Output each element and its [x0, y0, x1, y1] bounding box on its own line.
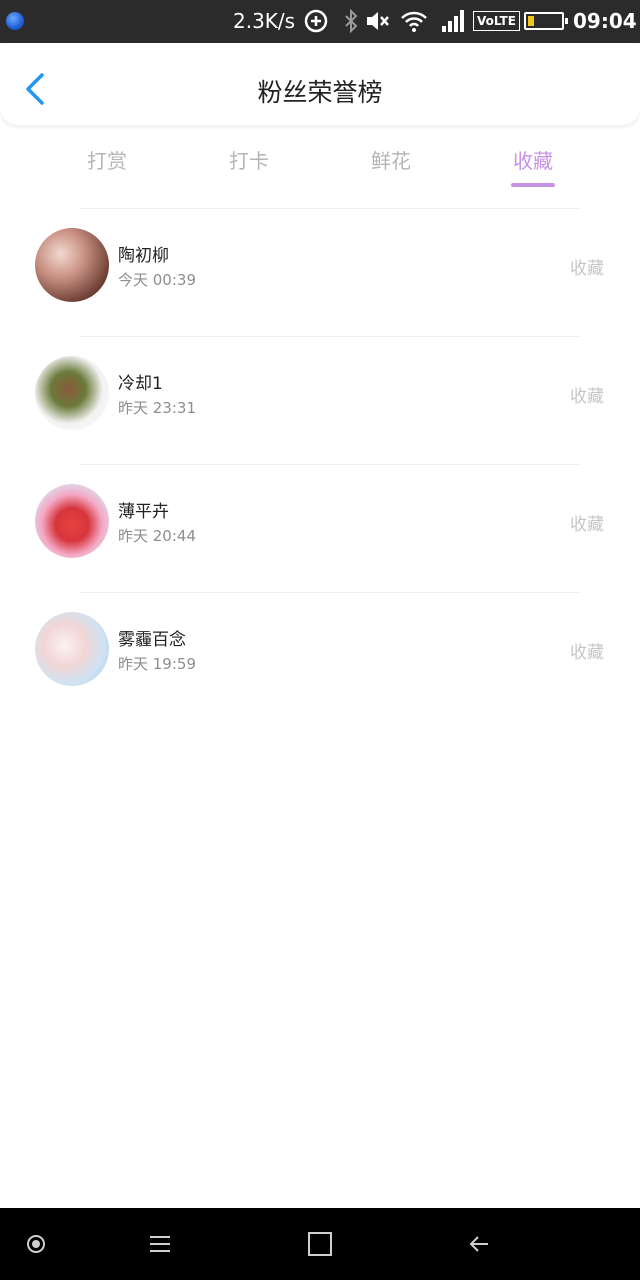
favorite-label: 收藏 [570, 259, 604, 279]
tab-favorites[interactable]: 收藏 [488, 145, 578, 187]
user-name: 薄平卉 [118, 502, 169, 522]
avatar [35, 484, 109, 558]
list-item[interactable]: 薄平卉 昨天 20:44 收藏 [0, 464, 640, 591]
back-arrow-icon[interactable] [466, 1230, 494, 1258]
menu-icon[interactable] [146, 1230, 174, 1258]
tab-label: 打赏 [87, 149, 127, 173]
square-icon[interactable] [306, 1230, 334, 1258]
favorite-label: 收藏 [570, 515, 604, 535]
status-bar: 2.3K/s VoLTE 09:04 [0, 0, 640, 43]
active-tab-indicator [511, 183, 555, 187]
tab-label: 收藏 [513, 149, 553, 173]
tab-checkin[interactable]: 打卡 [204, 145, 294, 174]
data-saver-icon [304, 9, 328, 33]
app-header: 粉丝荣誉榜 [0, 43, 640, 125]
wifi-icon [401, 11, 427, 32]
page-title: 粉丝荣誉榜 [257, 78, 383, 107]
tab-label: 鲜花 [371, 149, 411, 173]
avatar [35, 356, 109, 430]
mute-icon [367, 12, 389, 30]
clock: 09:04 [573, 9, 637, 33]
timestamp: 昨天 23:31 [118, 399, 196, 417]
timestamp: 昨天 19:59 [118, 655, 196, 673]
avatar [35, 612, 109, 686]
timestamp: 今天 00:39 [118, 271, 196, 289]
app-dot-icon [6, 12, 24, 30]
user-name: 陶初柳 [118, 246, 169, 266]
network-type: VoLTE [473, 11, 520, 31]
tab-bar: 打赏 打卡 鲜花 收藏 [0, 125, 640, 205]
bluetooth-icon [345, 8, 358, 34]
avatar [35, 228, 109, 302]
tab-flowers[interactable]: 鲜花 [346, 145, 436, 174]
timestamp: 昨天 20:44 [118, 527, 196, 545]
battery-icon [524, 12, 568, 30]
favorite-label: 收藏 [570, 643, 604, 663]
tab-label: 打卡 [229, 149, 269, 173]
signal-icon [442, 10, 464, 32]
user-name: 冷却1 [118, 374, 163, 394]
list-item[interactable]: 冷却1 昨天 23:31 收藏 [0, 336, 640, 463]
list-item[interactable]: 陶初柳 今天 00:39 收藏 [0, 208, 640, 335]
favorite-label: 收藏 [570, 387, 604, 407]
user-name: 雾霾百念 [118, 630, 186, 650]
system-nav-bar [0, 1208, 640, 1280]
circle-icon[interactable] [22, 1230, 50, 1258]
tab-reward[interactable]: 打赏 [62, 145, 152, 174]
battery-level [528, 16, 534, 26]
list-item[interactable]: 雾霾百念 昨天 19:59 收藏 [0, 592, 640, 719]
net-speed: 2.3K/s [233, 9, 296, 33]
